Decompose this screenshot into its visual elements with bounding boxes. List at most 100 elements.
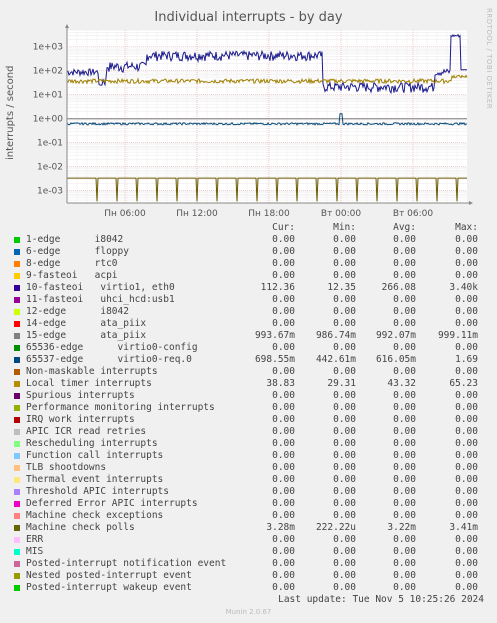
legend-avg: 0.00 <box>393 498 416 509</box>
legend-cur: 0.00 <box>272 294 295 305</box>
legend-max: 0.00 <box>455 306 478 317</box>
legend-cur: 0.00 <box>272 546 295 557</box>
legend-max: 0.00 <box>455 258 478 269</box>
legend-swatch <box>14 465 20 471</box>
legend-avg: 0.00 <box>393 390 416 401</box>
legend-max: 0.00 <box>455 450 478 461</box>
legend-cur: 0.00 <box>272 402 295 413</box>
legend-max: 0.00 <box>455 342 478 353</box>
y-tick-label: 1e+00 <box>33 115 64 125</box>
legend-swatch <box>14 297 20 303</box>
legend-name: Function call interrupts <box>26 450 164 461</box>
legend-max: 999.11m <box>437 330 478 341</box>
legend-swatch <box>14 321 20 327</box>
legend-name: Posted-interrupt wakeup event <box>26 582 192 593</box>
header-max: Max: <box>455 222 478 233</box>
legend-avg: 0.00 <box>393 426 416 437</box>
x-tick-label: Вт 00:00 <box>321 209 361 219</box>
legend-name: Spurious interrupts <box>26 390 135 401</box>
legend-cur: 0.00 <box>272 450 295 461</box>
legend-row: MIS 0.00 0.00 0.00 0.00 <box>0 546 497 558</box>
legend-avg: 0.00 <box>393 402 416 413</box>
legend-name: Machine check exceptions <box>26 510 164 521</box>
legend-cur: 0.00 <box>272 390 295 401</box>
legend-name: IRQ work interrupts <box>26 414 135 425</box>
legend-cur: 0.00 <box>272 234 295 245</box>
legend-max: 0.00 <box>455 426 478 437</box>
legend-cur: 0.00 <box>272 498 295 509</box>
x-tick-label: Вт 06:00 <box>393 209 433 219</box>
legend-max: 0.00 <box>455 582 478 593</box>
legend-cur: 0.00 <box>272 582 295 593</box>
legend-name: 11-fasteoi uhci_hcd:usb1 <box>26 294 175 305</box>
legend-row: Machine check polls 3.28m 222.22u 3.22m 3.41… <box>0 522 497 534</box>
header-cur: Cur: <box>272 222 295 233</box>
legend-name: Rescheduling interrupts <box>26 438 158 449</box>
legend-max: 0.00 <box>455 234 478 245</box>
legend-row: 6-edge floppy 0.00 0.00 0.00 0.00 <box>0 246 497 258</box>
legend-name: Thermal event interrupts <box>26 474 164 485</box>
legend-max: 0.00 <box>455 570 478 581</box>
legend-swatch <box>14 585 20 591</box>
legend-swatch <box>14 405 20 411</box>
legend-cur: 0.00 <box>272 462 295 473</box>
legend-name: Posted-interrupt notification event <box>26 558 227 569</box>
legend-row: Threshold APIC interrupts 0.00 0.00 0.00 0.0… <box>0 486 497 498</box>
legend-name: Threshold APIC interrupts <box>26 486 169 497</box>
legend-name: Nested posted-interrupt event <box>26 570 192 581</box>
legend-swatch <box>14 261 20 267</box>
legend-cur: 0.00 <box>272 426 295 437</box>
legend-row: IRQ work interrupts 0.00 0.00 0.00 0.00 <box>0 414 497 426</box>
legend-name: 10-fasteoi virtio1, eth0 <box>26 282 175 293</box>
legend-max: 0.00 <box>455 474 478 485</box>
legend-row: 1-edge i8042 0.00 0.00 0.00 0.00 <box>0 234 497 246</box>
legend-max: 0.00 <box>455 294 478 305</box>
y-tick-label: 1e-02 <box>37 163 63 173</box>
legend-avg: 0.00 <box>393 270 416 281</box>
legend-avg: 0.00 <box>393 534 416 545</box>
legend-max: 0.00 <box>455 510 478 521</box>
legend-swatch <box>14 537 20 543</box>
legend-swatch <box>14 453 20 459</box>
legend-row: 11-fasteoi uhci_hcd:usb1 0.00 0.00 0.00 0.00 <box>0 294 497 306</box>
legend-max: 0.00 <box>455 486 478 497</box>
legend-avg: 0.00 <box>393 294 416 305</box>
legend-avg: 0.00 <box>393 366 416 377</box>
legend-name: Local timer interrupts <box>26 378 152 389</box>
legend-avg: 0.00 <box>393 462 416 473</box>
legend-max: 0.00 <box>455 366 478 377</box>
legend-avg: 0.00 <box>393 510 416 521</box>
legend-max: 0.00 <box>455 414 478 425</box>
legend-cur: 0.00 <box>272 474 295 485</box>
legend-cur: 0.00 <box>272 270 295 281</box>
legend-row: Spurious interrupts 0.00 0.00 0.00 0.00 <box>0 390 497 402</box>
legend-max: 0.00 <box>455 270 478 281</box>
legend-cur: 0.00 <box>272 534 295 545</box>
legend-swatch <box>14 429 20 435</box>
legend-name: 65537-edge virtio0-req.0 <box>26 354 192 365</box>
legend-row: 65537-edge virtio0-req.0 698.55m 442.61m 61… <box>0 354 497 366</box>
legend-row: Function call interrupts 0.00 0.00 0.00 0.00 <box>0 450 497 462</box>
legend-cur: 0.00 <box>272 318 295 329</box>
y-axis-arrow <box>65 24 69 28</box>
legend-swatch <box>14 417 20 423</box>
legend-name: Non-maskable interrupts <box>26 366 158 377</box>
legend-row: 15-edge ata_piix 993.67m 986.74m 992.07m 999… <box>0 330 497 342</box>
legend-avg: 43.32 <box>387 378 416 389</box>
legend-cur: 0.00 <box>272 246 295 257</box>
legend-swatch <box>14 477 20 483</box>
legend-avg: 0.00 <box>393 306 416 317</box>
legend-cur: 0.00 <box>272 414 295 425</box>
legend-row: Performance monitoring interrupts 0.00 0.0… <box>0 402 497 414</box>
legend-cur: 698.55m <box>254 354 295 365</box>
legend-swatch <box>14 561 20 567</box>
y-tick-label: 1e-01 <box>37 139 63 149</box>
legend-name: 15-edge ata_piix <box>26 330 147 341</box>
legend-swatch <box>14 249 20 255</box>
legend-swatch <box>14 573 20 579</box>
legend-name: 65536-edge virtio0-config <box>26 342 198 353</box>
munin-version: Munin 2.0.67 <box>225 608 272 616</box>
legend-swatch <box>14 501 20 507</box>
legend-avg: 0.00 <box>393 570 416 581</box>
legend-max: 1.69 <box>455 354 478 365</box>
